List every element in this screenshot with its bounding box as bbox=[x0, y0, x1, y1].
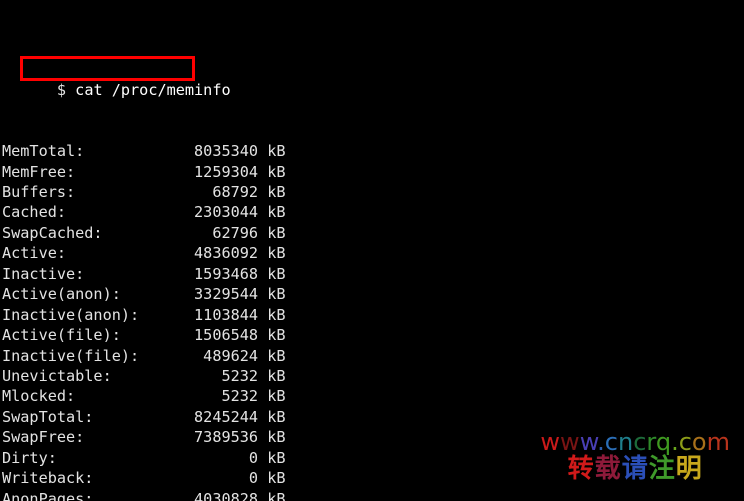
meminfo-unit: kB bbox=[258, 183, 286, 202]
meminfo-unit: kB bbox=[258, 223, 286, 242]
watermark-url-char: c bbox=[604, 427, 618, 456]
meminfo-value: 4836092 bbox=[148, 244, 259, 263]
watermark-url-char: w bbox=[540, 427, 561, 456]
watermark-url-text: www.cncrq.com bbox=[540, 427, 730, 456]
meminfo-unit: kB bbox=[258, 244, 286, 263]
meminfo-label: Inactive(file): bbox=[2, 346, 149, 365]
meminfo-label: Active(file): bbox=[2, 326, 149, 345]
watermark-url-char: . bbox=[671, 427, 679, 456]
watermark-chinese-char: 明 bbox=[675, 453, 703, 484]
meminfo-value: 1259304 bbox=[148, 162, 259, 181]
watermark-url-char: n bbox=[617, 427, 634, 456]
meminfo-value: 1593468 bbox=[148, 264, 259, 283]
meminfo-value: 4030828 bbox=[148, 489, 259, 501]
watermark-url-char: q bbox=[655, 427, 672, 456]
watermark-url-char: o bbox=[691, 427, 707, 456]
meminfo-line: Buffers: 68792 kB bbox=[2, 182, 742, 202]
meminfo-value: 0 bbox=[148, 448, 259, 467]
meminfo-label: SwapFree: bbox=[2, 428, 149, 447]
meminfo-unit: kB bbox=[258, 142, 286, 161]
meminfo-label: Cached: bbox=[2, 203, 149, 222]
meminfo-unit: kB bbox=[258, 448, 286, 467]
watermark-url-char: w bbox=[560, 427, 580, 456]
meminfo-label: Unevictable: bbox=[2, 366, 149, 385]
meminfo-line: SwapTotal: 8245244 kB bbox=[2, 407, 742, 427]
meminfo-value: 8245244 bbox=[148, 407, 259, 426]
watermark-url-char: w bbox=[579, 427, 598, 456]
meminfo-value: 5232 bbox=[148, 387, 259, 406]
meminfo-unit: kB bbox=[258, 305, 286, 324]
watermark: www.cncrq.com 转载请注明 bbox=[540, 427, 730, 484]
prompt-symbol: $ bbox=[56, 80, 67, 99]
meminfo-line: Inactive(file): 489624 kB bbox=[2, 346, 742, 366]
meminfo-value: 62796 bbox=[148, 223, 259, 242]
watermark-url-char: c bbox=[678, 427, 692, 456]
meminfo-label: Buffers: bbox=[2, 183, 149, 202]
meminfo-unit: kB bbox=[258, 387, 286, 406]
meminfo-line: SwapCached: 62796 kB bbox=[2, 223, 742, 243]
meminfo-label: Active(anon): bbox=[2, 285, 149, 304]
meminfo-line: Active: 4836092 kB bbox=[2, 243, 742, 263]
meminfo-label: Writeback: bbox=[2, 469, 149, 488]
meminfo-unit: kB bbox=[258, 326, 286, 345]
meminfo-value: 0 bbox=[148, 469, 259, 488]
meminfo-value: 7389536 bbox=[148, 428, 259, 447]
meminfo-value: 8035340 bbox=[148, 142, 259, 161]
command-prompt-line: $ cat /proc/meminfo bbox=[2, 56, 742, 99]
meminfo-line: Cached: 2303044 kB bbox=[2, 202, 742, 222]
meminfo-label: SwapCached: bbox=[2, 223, 149, 242]
watermark-chinese-char: 转 bbox=[567, 453, 595, 484]
meminfo-unit: kB bbox=[258, 407, 286, 426]
meminfo-value: 489624 bbox=[148, 346, 259, 365]
watermark-chinese-text: 转载请注明 bbox=[540, 453, 730, 484]
meminfo-unit: kB bbox=[258, 285, 286, 304]
meminfo-unit: kB bbox=[258, 489, 286, 501]
meminfo-unit: kB bbox=[258, 346, 286, 365]
watermark-chinese-char: 请 bbox=[621, 453, 649, 484]
meminfo-unit: kB bbox=[258, 366, 286, 385]
meminfo-unit: kB bbox=[258, 469, 286, 488]
watermark-chinese-char: 载 bbox=[594, 453, 622, 484]
terminal-window[interactable]: $ cat /proc/meminfo MemTotal: 8035340 kB… bbox=[0, 0, 744, 501]
watermark-url-char: r bbox=[646, 427, 656, 456]
meminfo-label: AnonPages: bbox=[2, 489, 149, 501]
watermark-url-char: . bbox=[597, 427, 605, 456]
meminfo-line: Unevictable: 5232 kB bbox=[2, 366, 742, 386]
meminfo-label: SwapTotal: bbox=[2, 407, 149, 426]
meminfo-label: Dirty: bbox=[2, 448, 149, 467]
meminfo-line: Active(anon): 3329544 kB bbox=[2, 284, 742, 304]
meminfo-value: 68792 bbox=[148, 183, 259, 202]
meminfo-line: Inactive(anon): 1103844 kB bbox=[2, 305, 742, 325]
watermark-chinese-char: 注 bbox=[648, 453, 676, 484]
meminfo-line: Inactive: 1593468 kB bbox=[2, 264, 742, 284]
meminfo-value: 3329544 bbox=[148, 285, 259, 304]
meminfo-label: Active: bbox=[2, 244, 149, 263]
watermark-url-char: c bbox=[633, 427, 647, 456]
meminfo-line: MemFree: 1259304 kB bbox=[2, 162, 742, 182]
meminfo-value: 2303044 bbox=[148, 203, 259, 222]
meminfo-line: MemTotal: 8035340 kB bbox=[2, 141, 742, 161]
meminfo-label: Mlocked: bbox=[2, 387, 149, 406]
meminfo-label: MemTotal: bbox=[2, 142, 149, 161]
meminfo-value: 1506548 bbox=[148, 326, 259, 345]
meminfo-label: Inactive(anon): bbox=[2, 305, 149, 324]
meminfo-unit: kB bbox=[258, 162, 286, 181]
meminfo-unit: kB bbox=[258, 264, 286, 283]
meminfo-line: Active(file): 1506548 kB bbox=[2, 325, 742, 345]
meminfo-value: 1103844 bbox=[148, 305, 259, 324]
terminal-output: $ cat /proc/meminfo MemTotal: 8035340 kB… bbox=[2, 0, 742, 501]
command-text[interactable]: cat /proc/meminfo bbox=[66, 81, 230, 99]
meminfo-unit: kB bbox=[258, 203, 286, 222]
meminfo-label: Inactive: bbox=[2, 264, 149, 283]
meminfo-label: MemFree: bbox=[2, 162, 149, 181]
meminfo-unit: kB bbox=[258, 428, 286, 447]
command-highlight-box bbox=[20, 56, 195, 82]
meminfo-line: AnonPages: 4030828 kB bbox=[2, 489, 742, 501]
watermark-url-char: m bbox=[706, 427, 730, 456]
meminfo-line: Mlocked: 5232 kB bbox=[2, 386, 742, 406]
meminfo-value: 5232 bbox=[148, 366, 259, 385]
